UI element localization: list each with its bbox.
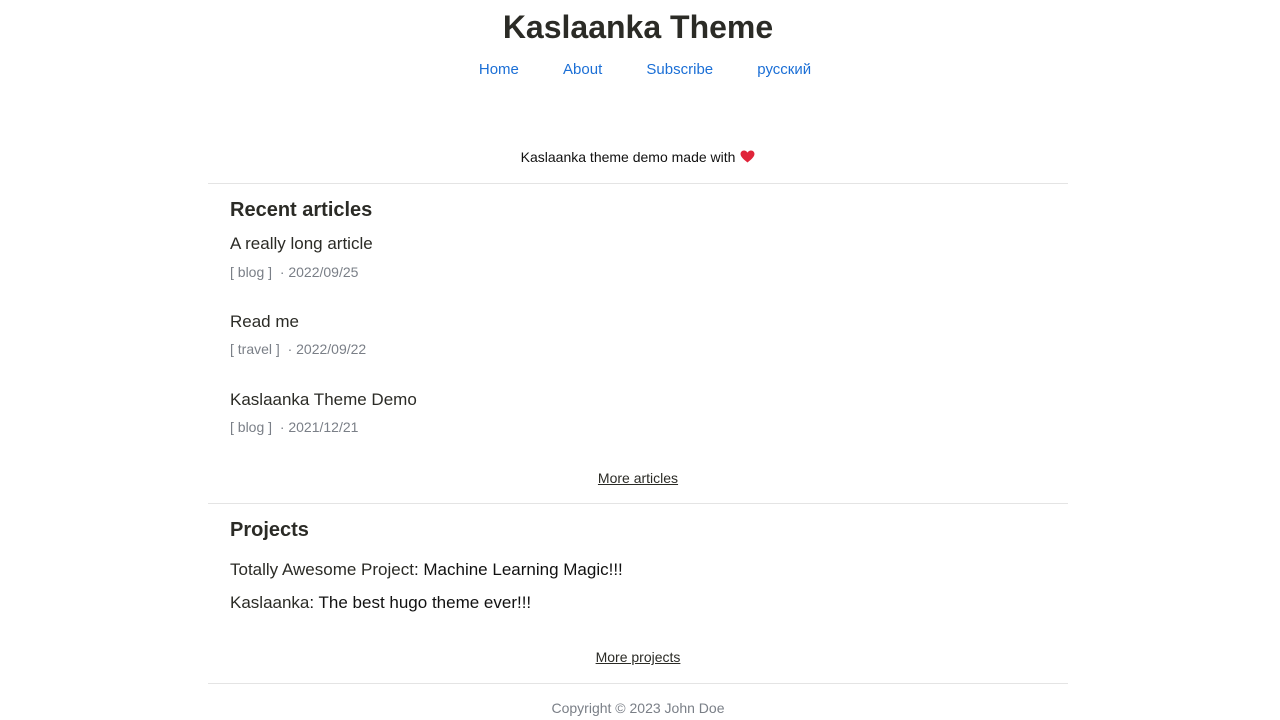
nav-item-language[interactable]: русский [757,61,811,78]
article-title-link[interactable]: A really long article [230,233,373,255]
site-title[interactable]: Kaslaanka Theme [0,8,1276,46]
project-item: Totally Awesome Project: Machine Learnin… [230,559,623,581]
article-tag-link[interactable]: [ blog ] [230,264,272,280]
article-meta: [ blog ] · 2022/09/25 [230,263,358,281]
article-title-link[interactable]: Kaslaanka Theme Demo [230,389,417,411]
article-date: · 2021/12/21 [279,419,359,435]
divider [208,503,1068,504]
project-name-link[interactable]: Kaslaanka [230,593,309,612]
article-title-link[interactable]: Read me [230,311,299,333]
more-projects: More projects [0,648,1276,666]
article-date: · 2022/09/22 [287,341,367,357]
more-articles: More articles [0,469,1276,487]
divider [208,183,1068,184]
recent-articles-heading: Recent articles [230,199,373,221]
project-item: Kaslaanka: The best hugo theme ever!!! [230,592,531,614]
article-meta: [ blog ] · 2021/12/21 [230,418,358,436]
tagline: Kaslaanka theme demo made with [0,147,1276,167]
more-projects-link[interactable]: More projects [596,649,681,665]
article-date: · 2022/09/25 [279,264,359,280]
divider [208,683,1068,684]
nav-item-about[interactable]: About [563,61,602,78]
projects-heading: Projects [230,519,309,541]
nav-item-subscribe[interactable]: Subscribe [646,61,713,78]
tagline-text: Kaslaanka theme demo made with [520,149,736,165]
main-nav: Home About Subscribe русский [0,60,1280,80]
project-description: : The best hugo theme ever!!! [309,593,532,612]
more-articles-link[interactable]: More articles [598,470,678,486]
project-description: : Machine Learning Magic!!! [413,560,623,579]
article-meta: [ travel ] · 2022/09/22 [230,340,366,358]
footer-copyright: Copyright © 2023 John Doe [551,700,725,716]
project-name-link[interactable]: Totally Awesome Project [230,560,414,579]
article-tag-link[interactable]: [ blog ] [230,419,272,435]
heart-icon [740,150,755,163]
article-tag-link[interactable]: [ travel ] [230,341,280,357]
nav-item-home[interactable]: Home [479,61,519,78]
